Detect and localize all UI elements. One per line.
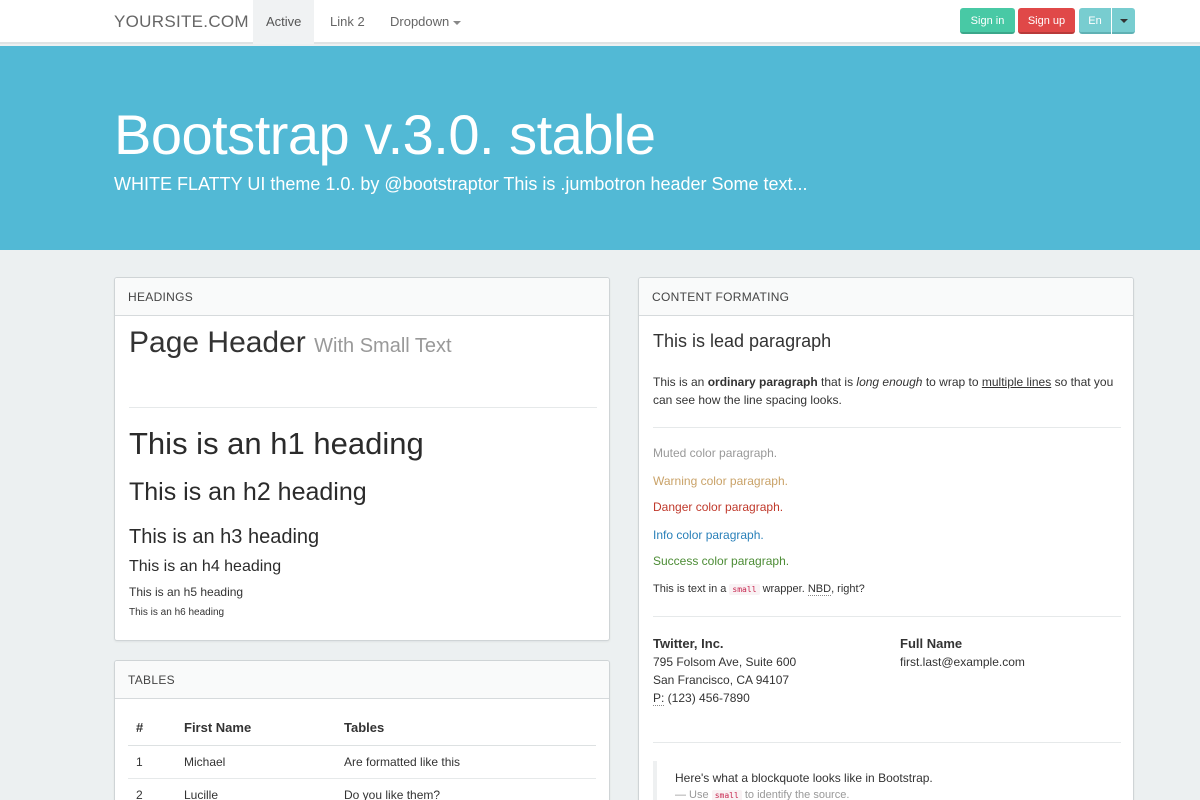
panel-title: TABLES	[115, 661, 609, 699]
small-wrapper-text: This is text in a small wrapper. NBD, ri…	[653, 583, 865, 596]
nav-dropdown-label: Dropdown	[390, 14, 450, 29]
content-formatting-panel: CONTENT FORMATING This is lead paragraph…	[638, 277, 1134, 800]
ordinary-paragraph: This is an ordinary paragraph that is lo…	[653, 373, 1123, 409]
abbreviation: NBD	[807, 583, 832, 596]
paragraph-italic: long enough	[856, 375, 923, 389]
paragraph-bold: ordinary paragraph	[707, 375, 818, 389]
small-text: wrapper.	[759, 583, 808, 595]
jumbotron-title: Bootstrap v.3.0. stable	[114, 103, 656, 166]
address-line: 795 Folsom Ave, Suite 600	[653, 655, 797, 669]
sign-up-button[interactable]: Sign up	[1018, 8, 1075, 34]
divider	[653, 742, 1121, 743]
column-header: Tables	[336, 711, 596, 746]
inline-code: small	[729, 584, 760, 595]
caret-down-icon	[453, 20, 462, 25]
inline-code: small	[711, 790, 742, 800]
blockquote-source: — Use small to identify the source.	[675, 789, 849, 800]
divider	[653, 616, 1121, 617]
table-row: 1 Michael Are formatted like this	[128, 745, 596, 779]
jumbotron-subtitle: WHITE FLATTY UI theme 1.0. by @bootstrap…	[114, 174, 808, 194]
brand-link[interactable]: YOURSITE.COM	[114, 12, 249, 32]
page-header-small: With Small Text	[314, 335, 452, 357]
sign-in-button[interactable]: Sign in	[960, 8, 1015, 34]
paragraph-text: that is	[817, 375, 857, 389]
heading-h1: This is an h1 heading	[129, 426, 424, 461]
navbar: YOURSITE.COM Active Link 2 Dropdown Sign…	[0, 0, 1200, 44]
table-cell: 1	[128, 745, 176, 779]
nav-item-dropdown[interactable]: Dropdown	[377, 0, 474, 44]
info-paragraph: Info color paragraph.	[653, 528, 764, 542]
source-text: to identify the source.	[741, 789, 850, 800]
caret-down-icon	[1119, 19, 1128, 24]
data-table: # First Name Tables 1 Michael Are format…	[128, 711, 596, 800]
blockquote: Here's what a blockquote looks like in B…	[653, 761, 1123, 800]
danger-paragraph: Danger color paragraph.	[653, 500, 784, 514]
table-header-row: # First Name Tables	[128, 711, 596, 746]
muted-paragraph: Muted color paragraph.	[653, 446, 778, 460]
phone-abbreviation: P:	[653, 691, 665, 706]
address-company: Twitter, Inc. 795 Folsom Ave, Suite 600 …	[653, 635, 796, 707]
address-line: San Francisco, CA 94107	[653, 673, 790, 687]
table-cell: Are formatted like this	[336, 745, 596, 779]
success-paragraph: Success color paragraph.	[653, 554, 790, 568]
language-dropdown-toggle[interactable]	[1112, 8, 1135, 34]
panel-title: CONTENT FORMATING	[639, 278, 1133, 316]
heading-h6: This is an h6 heading	[129, 607, 225, 618]
source-text: — Use	[675, 789, 712, 800]
table-cell: Do you like them?	[336, 778, 596, 800]
table-row: 2 Lucille Do you like them?	[128, 778, 596, 800]
small-text: , right?	[831, 583, 865, 595]
table-cell: Michael	[176, 745, 336, 779]
paragraph-underline: multiple lines	[981, 375, 1052, 389]
heading-h3: This is an h3 heading	[129, 526, 320, 548]
lead-paragraph: This is lead paragraph	[653, 331, 832, 351]
paragraph-text: This is an	[653, 375, 708, 389]
heading-h2: This is an h2 heading	[129, 478, 367, 506]
email-address[interactable]: first.last@example.com	[900, 655, 1025, 669]
nav-item-active[interactable]: Active	[253, 0, 315, 44]
divider	[129, 407, 597, 408]
paragraph-text: to wrap to	[922, 375, 982, 389]
tables-panel: TABLES # First Name Tables 1 Michael Are…	[114, 660, 610, 800]
divider	[653, 427, 1121, 428]
column-header: #	[128, 711, 176, 746]
nav-item-link-2[interactable]: Link 2	[317, 0, 378, 44]
address-name: Twitter, Inc.	[653, 636, 724, 651]
address-person: Full Name first.last@example.com	[900, 635, 1025, 671]
small-text: This is text in a	[653, 583, 730, 595]
heading-h4: This is an h4 heading	[129, 558, 282, 575]
table-cell: 2	[128, 778, 176, 800]
heading-h5: This is an h5 heading	[129, 585, 244, 599]
language-button[interactable]: En	[1079, 8, 1111, 34]
address-name: Full Name	[900, 636, 963, 651]
jumbotron: Bootstrap v.3.0. stable WHITE FLATTY UI …	[0, 46, 1200, 250]
page-header-text: Page Header	[129, 326, 306, 359]
column-header: First Name	[176, 711, 336, 746]
page-header: Page Header With Small Text	[129, 326, 452, 360]
blockquote-text: Here's what a blockquote looks like in B…	[675, 771, 933, 785]
phone-number: (123) 456-7890	[664, 691, 750, 705]
panel-title: HEADINGS	[115, 278, 609, 316]
table-cell: Lucille	[176, 778, 336, 800]
warning-paragraph: Warning color paragraph.	[653, 474, 788, 488]
headings-panel: HEADINGS Page Header With Small Text Thi…	[114, 277, 610, 641]
